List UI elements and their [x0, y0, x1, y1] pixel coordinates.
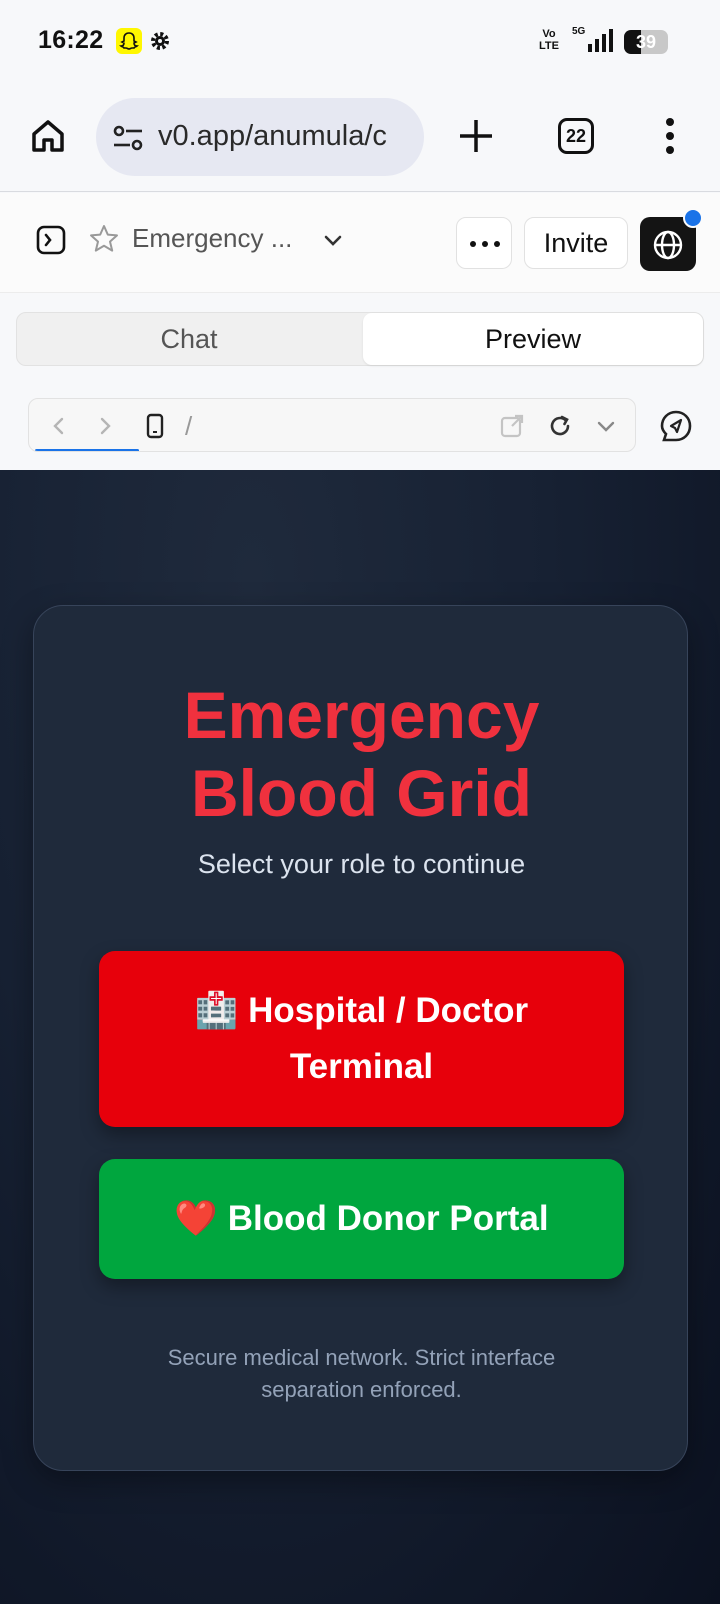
tab-preview[interactable]: Preview [363, 313, 703, 365]
battery-percent: 39 [635, 32, 657, 52]
chevron-down-icon [324, 235, 342, 246]
tab-chat[interactable]: Chat [17, 313, 361, 365]
url-bar[interactable]: v0.app/anumula/c [96, 98, 424, 176]
status-bar: 16:22 Vo LTE 5G 39 [0, 0, 720, 82]
hospital-button-line2: Terminal [289, 1047, 434, 1086]
hospital-icon: 🏥 [194, 991, 239, 1030]
status-time: 16:22 [38, 26, 104, 54]
donor-button-label: Blood Donor Portal [227, 1199, 549, 1238]
signal-icon [586, 28, 616, 59]
feedback-button[interactable] [656, 406, 696, 446]
role-selection-card: Emergency Blood Grid Select your role to… [33, 605, 688, 1471]
feedback-icon [660, 410, 692, 442]
chevron-down-icon [597, 421, 615, 432]
more-vert-icon [666, 118, 674, 154]
loading-progress-bar [35, 449, 139, 451]
home-icon [32, 120, 64, 152]
more-options-button[interactable] [456, 217, 512, 269]
app-preview: Emergency Blood Grid Select your role to… [0, 470, 720, 1604]
security-note: Secure medical network. Strict interface… [167, 1345, 556, 1402]
volte-indicator: Vo LTE [539, 28, 559, 52]
forward-icon [100, 417, 111, 435]
device-toggle-button[interactable] [145, 413, 165, 444]
url-text[interactable]: v0.app/anumula/c [158, 120, 408, 153]
app-title-line1: Emergency [183, 678, 540, 752]
reload-button[interactable] [547, 413, 573, 444]
blood-donor-portal-button[interactable]: ❤️ Blood Donor Portal [99, 1159, 624, 1279]
open-external-button[interactable] [499, 413, 525, 444]
home-button[interactable] [28, 116, 68, 156]
back-button[interactable] [49, 415, 69, 442]
browser-menu-button[interactable] [660, 116, 680, 156]
network-type: 5G [572, 26, 586, 37]
hospital-terminal-button[interactable]: 🏥 Hospital / Doctor Terminal [99, 951, 624, 1127]
back-icon [53, 417, 64, 435]
app-subtitle: Select your role to continue [197, 849, 526, 879]
star-icon [90, 225, 118, 252]
battery-icon: 39 [624, 30, 668, 54]
device-icon [146, 413, 164, 439]
view-tabs: Chat Preview [16, 312, 704, 366]
heart-icon: ❤️ [174, 1199, 219, 1238]
project-menu-button[interactable] [322, 229, 344, 251]
tab-switcher-button[interactable]: 22 [558, 118, 594, 154]
forward-button[interactable] [95, 415, 115, 442]
v0-header: Emergency ... Invite [0, 193, 720, 293]
more-horiz-icon [470, 241, 500, 247]
tune-icon[interactable] [112, 124, 144, 157]
globe-icon [653, 230, 683, 260]
preview-options-button[interactable] [595, 415, 617, 442]
open-external-icon [500, 414, 524, 438]
project-name[interactable]: Emergency ... [132, 223, 292, 254]
settings-icon [148, 29, 172, 53]
preview-path[interactable]: / [185, 411, 192, 442]
notification-dot [683, 208, 703, 228]
app-title: Emergency Blood Grid [34, 676, 689, 832]
new-tab-button[interactable] [456, 116, 496, 156]
favorite-button[interactable] [88, 223, 120, 255]
sidebar-toggle-button[interactable] [36, 225, 66, 255]
sidebar-toggle-icon [36, 225, 66, 255]
preview-url-bar: / [28, 398, 636, 452]
invite-button[interactable]: Invite [524, 217, 628, 269]
hospital-button-line1: Hospital / Doctor [248, 991, 529, 1030]
reload-icon [550, 415, 570, 436]
browser-toolbar: v0.app/anumula/c 22 [0, 82, 720, 192]
app-title-line2: Blood Grid [191, 756, 532, 830]
snapchat-icon [116, 28, 142, 54]
plus-icon [460, 120, 492, 152]
